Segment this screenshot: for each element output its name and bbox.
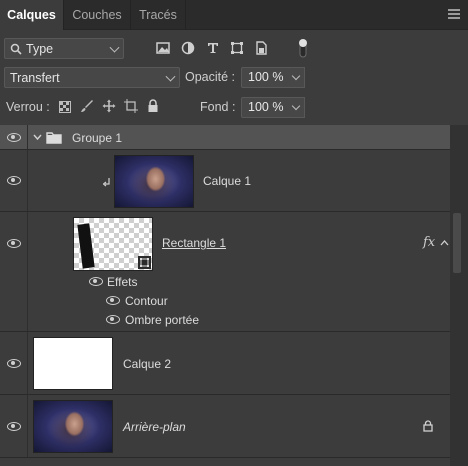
chevron-down-icon — [291, 101, 301, 111]
chevron-up-icon[interactable] — [440, 239, 449, 246]
layer-thumbnail — [33, 400, 113, 453]
tab-layers[interactable]: Calques — [0, 0, 64, 30]
layer-row-background[interactable]: Arrière-plan — [0, 395, 450, 458]
lock-label: Verrou : — [6, 100, 50, 114]
layer-name[interactable]: Groupe 1 — [72, 131, 122, 145]
image-filter-icon[interactable] — [155, 40, 171, 56]
chevron-down-icon — [291, 71, 301, 81]
folder-icon — [46, 132, 62, 144]
filter-kind-value: Type — [26, 42, 54, 56]
layer-name[interactable]: Calque 2 — [123, 357, 171, 371]
lock-icon — [423, 420, 433, 432]
blend-mode-value: Transfert — [10, 71, 60, 85]
eye-icon[interactable] — [106, 296, 120, 305]
layer-thumbnail — [33, 337, 113, 390]
filter-toggle-icon[interactable] — [296, 37, 310, 59]
blend-mode-select[interactable]: Transfert — [4, 67, 180, 88]
layer-name[interactable]: Arrière-plan — [123, 420, 186, 434]
effect-stroke[interactable]: Contour — [125, 294, 168, 308]
layer-row-group[interactable]: Groupe 1 — [0, 125, 450, 150]
visibility-toggle[interactable] — [0, 212, 28, 331]
effects-label[interactable]: Effets — [107, 275, 137, 289]
panel-tab-bar: Calques Couches Tracés — [0, 0, 468, 30]
layers-list: Groupe 1 Calque 1 Rectangle 1 fx Effets … — [0, 125, 450, 466]
visibility-toggle[interactable] — [0, 332, 28, 394]
adjustment-filter-icon[interactable] — [180, 40, 196, 56]
opacity-dropdown[interactable] — [289, 67, 305, 88]
visibility-toggle[interactable] — [0, 395, 28, 457]
layer-row-calque-1[interactable]: Calque 1 — [0, 150, 450, 212]
chevron-down-icon[interactable] — [33, 134, 42, 141]
layer-name[interactable]: Calque 1 — [203, 174, 251, 188]
visibility-toggle[interactable] — [0, 150, 28, 211]
rectangle-shape — [77, 223, 95, 269]
layer-row-rectangle-1[interactable]: Rectangle 1 fx Effets Contour Ombre port… — [0, 212, 450, 332]
scrollbar-thumb[interactable] — [453, 213, 461, 273]
fx-icon[interactable]: fx — [423, 235, 435, 250]
panel-menu-icon[interactable] — [448, 9, 460, 19]
search-icon — [10, 43, 22, 55]
shape-filter-icon[interactable] — [229, 40, 245, 56]
tab-channels[interactable]: Couches — [64, 0, 131, 30]
fill-label: Fond : — [200, 100, 236, 114]
eye-icon — [7, 422, 21, 431]
layer-thumbnail — [73, 217, 153, 271]
lock-transparent-pixels-icon[interactable] — [59, 101, 71, 113]
type-filter-icon[interactable] — [205, 40, 221, 56]
layer-name[interactable]: Rectangle 1 — [162, 236, 226, 250]
clipping-mask-icon — [103, 178, 110, 187]
layer-thumbnail — [114, 155, 194, 208]
fill-dropdown[interactable] — [289, 97, 305, 118]
tab-paths[interactable]: Tracés — [131, 0, 186, 30]
eye-icon — [7, 239, 21, 248]
lock-image-pixels-icon[interactable] — [80, 99, 94, 113]
chevron-down-icon — [165, 71, 176, 82]
eye-icon — [7, 133, 21, 142]
lock-artboard-icon[interactable] — [124, 99, 138, 113]
lock-all-icon[interactable] — [147, 99, 159, 113]
effect-drop-shadow[interactable]: Ombre portée — [125, 313, 199, 327]
layer-row-calque-2[interactable]: Calque 2 — [0, 332, 450, 395]
eye-icon[interactable] — [89, 277, 103, 286]
eye-icon[interactable] — [106, 315, 120, 324]
opacity-input[interactable]: 100 % — [241, 67, 290, 88]
shape-layer-icon — [138, 256, 151, 269]
eye-icon — [7, 176, 21, 185]
lock-position-icon[interactable] — [102, 99, 116, 113]
eye-icon — [7, 359, 21, 368]
filter-kind-select[interactable]: Type — [4, 38, 124, 59]
smart-object-filter-icon[interactable] — [253, 40, 269, 56]
chevron-down-icon — [109, 42, 120, 53]
scrollbar[interactable] — [450, 125, 468, 466]
opacity-label: Opacité : — [185, 70, 236, 84]
visibility-toggle[interactable] — [0, 125, 28, 149]
fill-input[interactable]: 100 % — [241, 97, 290, 118]
